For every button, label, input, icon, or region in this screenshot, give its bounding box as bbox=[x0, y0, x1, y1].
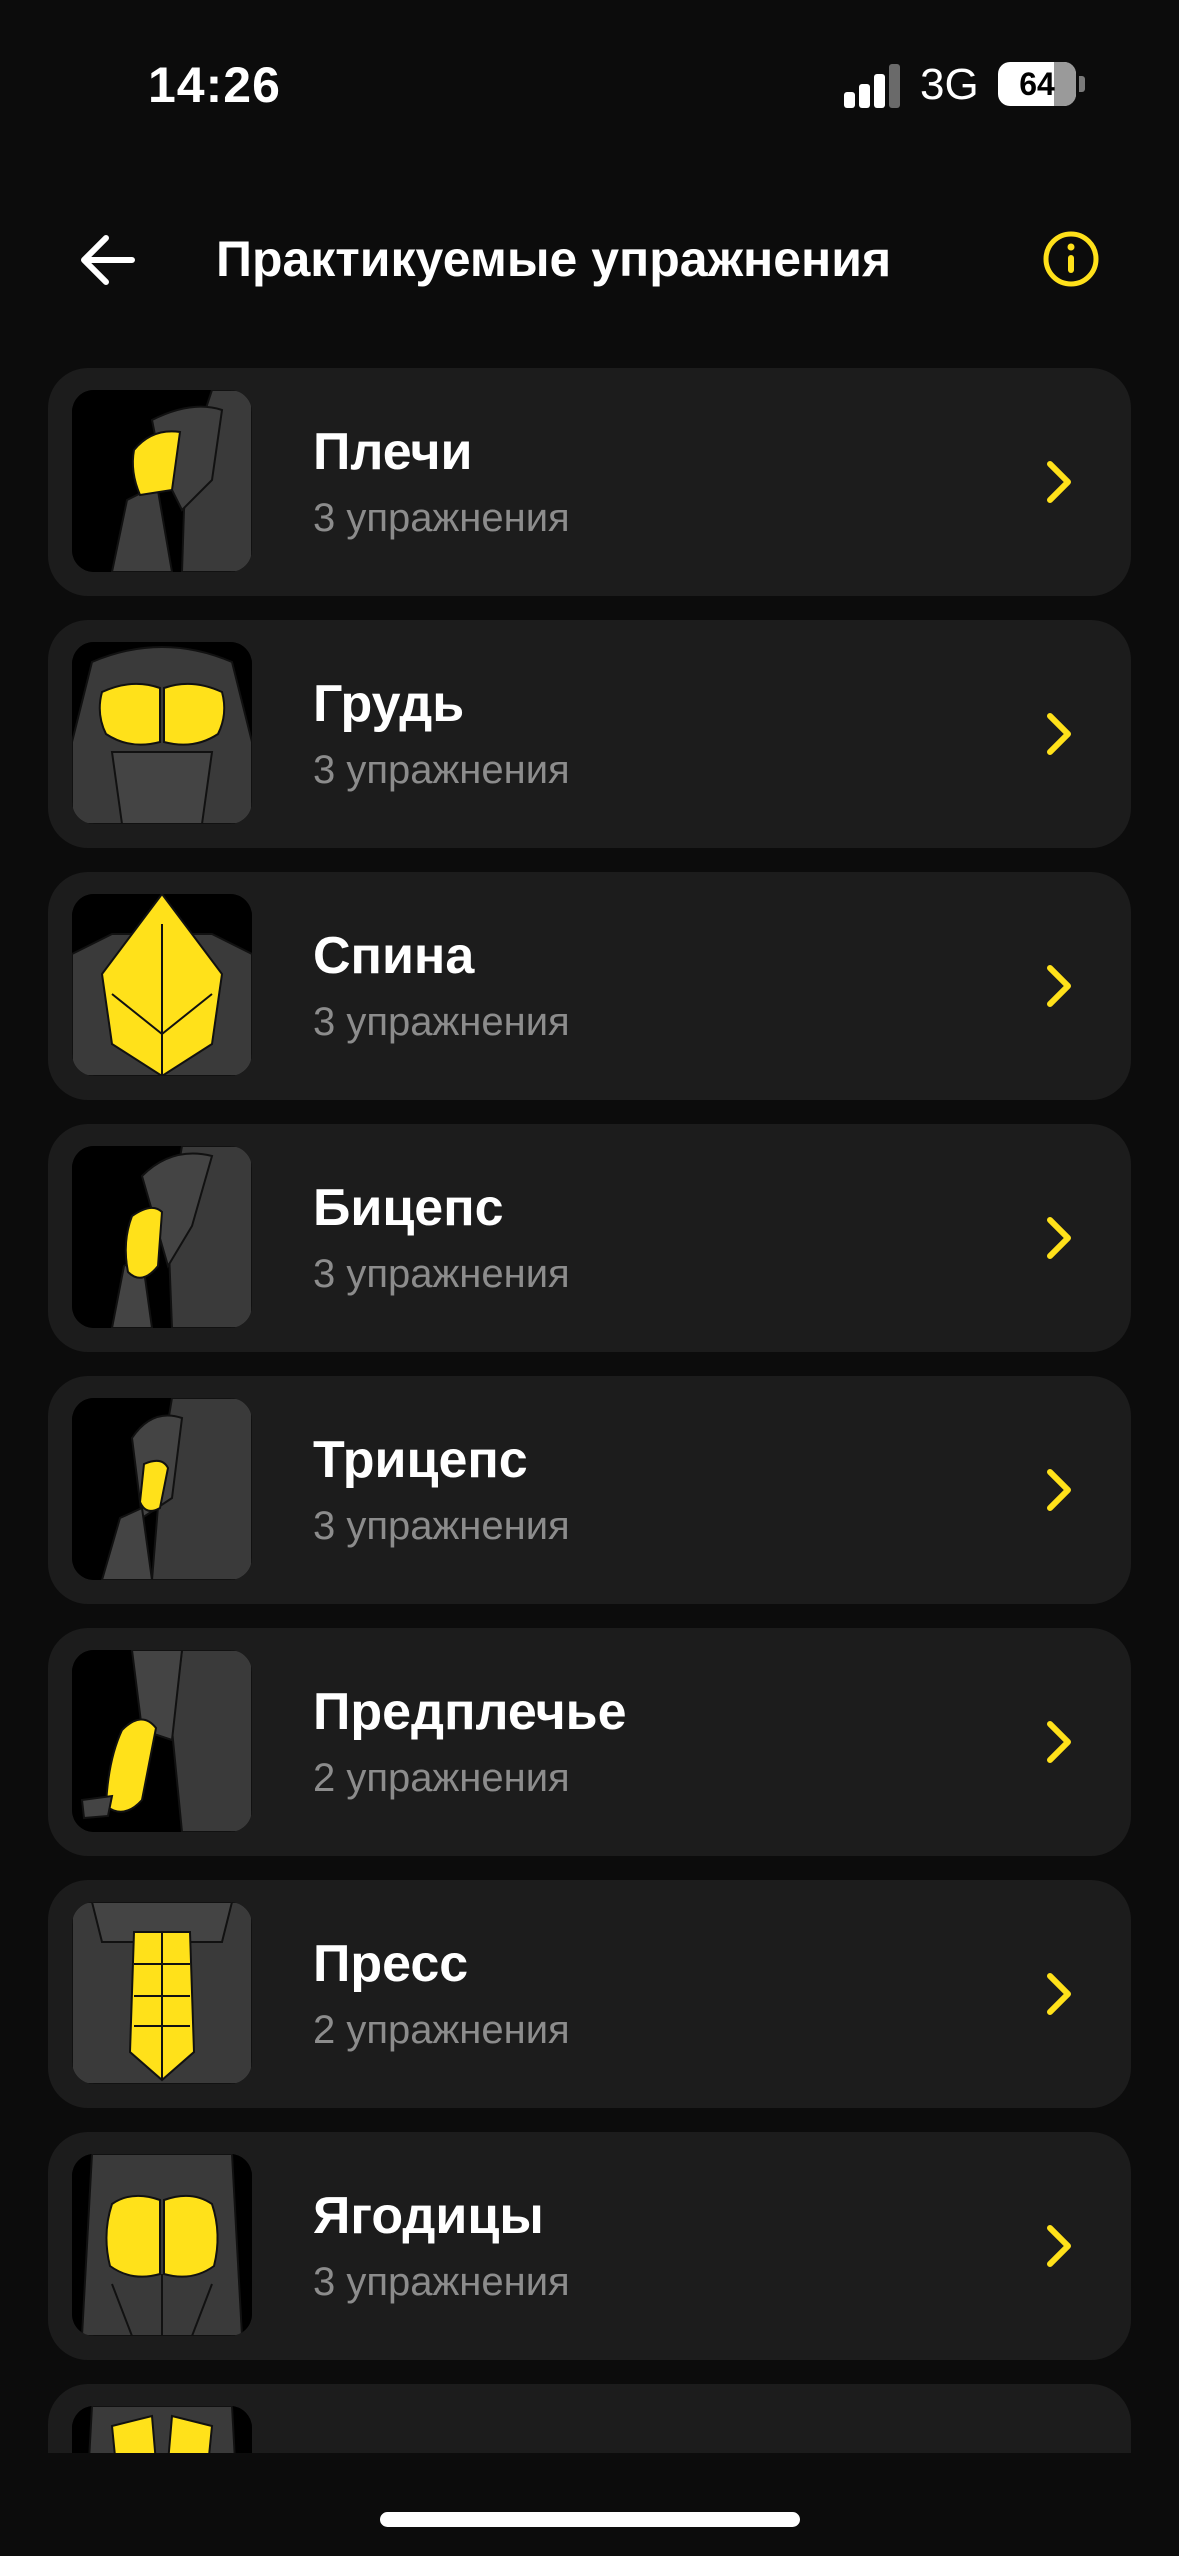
status-bar: 14:26 3G 64 bbox=[0, 0, 1179, 175]
thumbnail bbox=[72, 2154, 252, 2336]
chevron-right-icon bbox=[1047, 713, 1071, 755]
page-title: Практикуемые упражнения bbox=[216, 231, 892, 287]
header: Практикуемые упражнения bbox=[0, 200, 1179, 320]
forearm-icon bbox=[72, 1650, 252, 1832]
list-item-biceps[interactable]: Бицепс 3 упражнения bbox=[48, 1124, 1131, 1352]
status-time: 14:26 bbox=[148, 57, 281, 113]
abs-icon bbox=[72, 1902, 252, 2084]
back-button[interactable] bbox=[70, 222, 146, 298]
card-title: Трицепс bbox=[313, 1431, 528, 1489]
card-title: Грудь bbox=[313, 675, 465, 733]
back-icon bbox=[72, 894, 252, 1076]
shoulders-icon bbox=[72, 390, 252, 572]
card-title: Пресс bbox=[313, 1935, 469, 1993]
list-item-chest[interactable]: Грудь 3 упражнения bbox=[48, 620, 1131, 848]
list-item-back[interactable]: Спина 3 упражнения bbox=[48, 872, 1131, 1100]
list-item-legs[interactable] bbox=[48, 2384, 1131, 2453]
card-subtitle: 3 упражнения bbox=[313, 496, 570, 540]
chest-icon bbox=[72, 642, 252, 824]
card-subtitle: 2 упражнения bbox=[313, 2008, 570, 2052]
chevron-right-icon bbox=[1047, 461, 1071, 503]
thumbnail bbox=[72, 1398, 252, 1580]
chevron-right-icon bbox=[1047, 965, 1071, 1007]
card-title: Спина bbox=[313, 927, 475, 985]
info-icon bbox=[1043, 231, 1099, 287]
chevron-right-icon bbox=[1047, 1721, 1071, 1763]
chevron-right-icon bbox=[1047, 1217, 1071, 1259]
list-item-shoulders[interactable]: Плечи 3 упражнения bbox=[48, 368, 1131, 596]
thumbnail bbox=[72, 1902, 252, 2084]
legs-icon bbox=[72, 2406, 252, 2453]
list-item-triceps[interactable]: Трицепс 3 упражнения bbox=[48, 1376, 1131, 1604]
card-subtitle: 3 упражнения bbox=[313, 748, 570, 792]
thumbnail bbox=[72, 894, 252, 1076]
card-subtitle: 2 упражнения bbox=[313, 1756, 570, 1800]
card-subtitle: 3 упражнения bbox=[313, 1504, 570, 1548]
thumbnail bbox=[72, 2406, 252, 2453]
card-subtitle: 3 упражнения bbox=[313, 2260, 570, 2304]
battery-level: 64 bbox=[1019, 66, 1055, 102]
thumbnail bbox=[72, 390, 252, 572]
thumbnail bbox=[72, 1650, 252, 1832]
card-title: Плечи bbox=[313, 423, 473, 481]
battery-icon: 64 bbox=[998, 62, 1076, 106]
triceps-icon bbox=[72, 1398, 252, 1580]
biceps-icon bbox=[72, 1146, 252, 1328]
list-item-abs[interactable]: Пресс 2 упражнения bbox=[48, 1880, 1131, 2108]
battery-tip bbox=[1079, 76, 1085, 92]
muscle-group-list: Плечи 3 упражнения Грудь 3 упражнения Сп… bbox=[48, 368, 1131, 2453]
home-indicator[interactable] bbox=[380, 2512, 800, 2527]
network-type: 3G bbox=[920, 60, 979, 109]
card-title: Ягодицы bbox=[313, 2187, 544, 2245]
thumbnail bbox=[72, 1146, 252, 1328]
thumbnail bbox=[72, 642, 252, 824]
glutes-icon bbox=[72, 2154, 252, 2336]
chevron-right-icon bbox=[1047, 2225, 1071, 2267]
list-item-glutes[interactable]: Ягодицы 3 упражнения bbox=[48, 2132, 1131, 2360]
card-title: Предплечье bbox=[313, 1683, 627, 1741]
chevron-right-icon bbox=[1047, 1973, 1071, 2015]
chevron-right-icon bbox=[1047, 1469, 1071, 1511]
card-subtitle: 3 упражнения bbox=[313, 1000, 570, 1044]
arrow-left-icon bbox=[81, 235, 135, 285]
card-title: Бицепс bbox=[313, 1179, 504, 1237]
card-subtitle: 3 упражнения bbox=[313, 1252, 570, 1296]
info-button[interactable] bbox=[1042, 230, 1100, 288]
list-item-forearm[interactable]: Предплечье 2 упражнения bbox=[48, 1628, 1131, 1856]
signal-icon bbox=[844, 62, 902, 108]
